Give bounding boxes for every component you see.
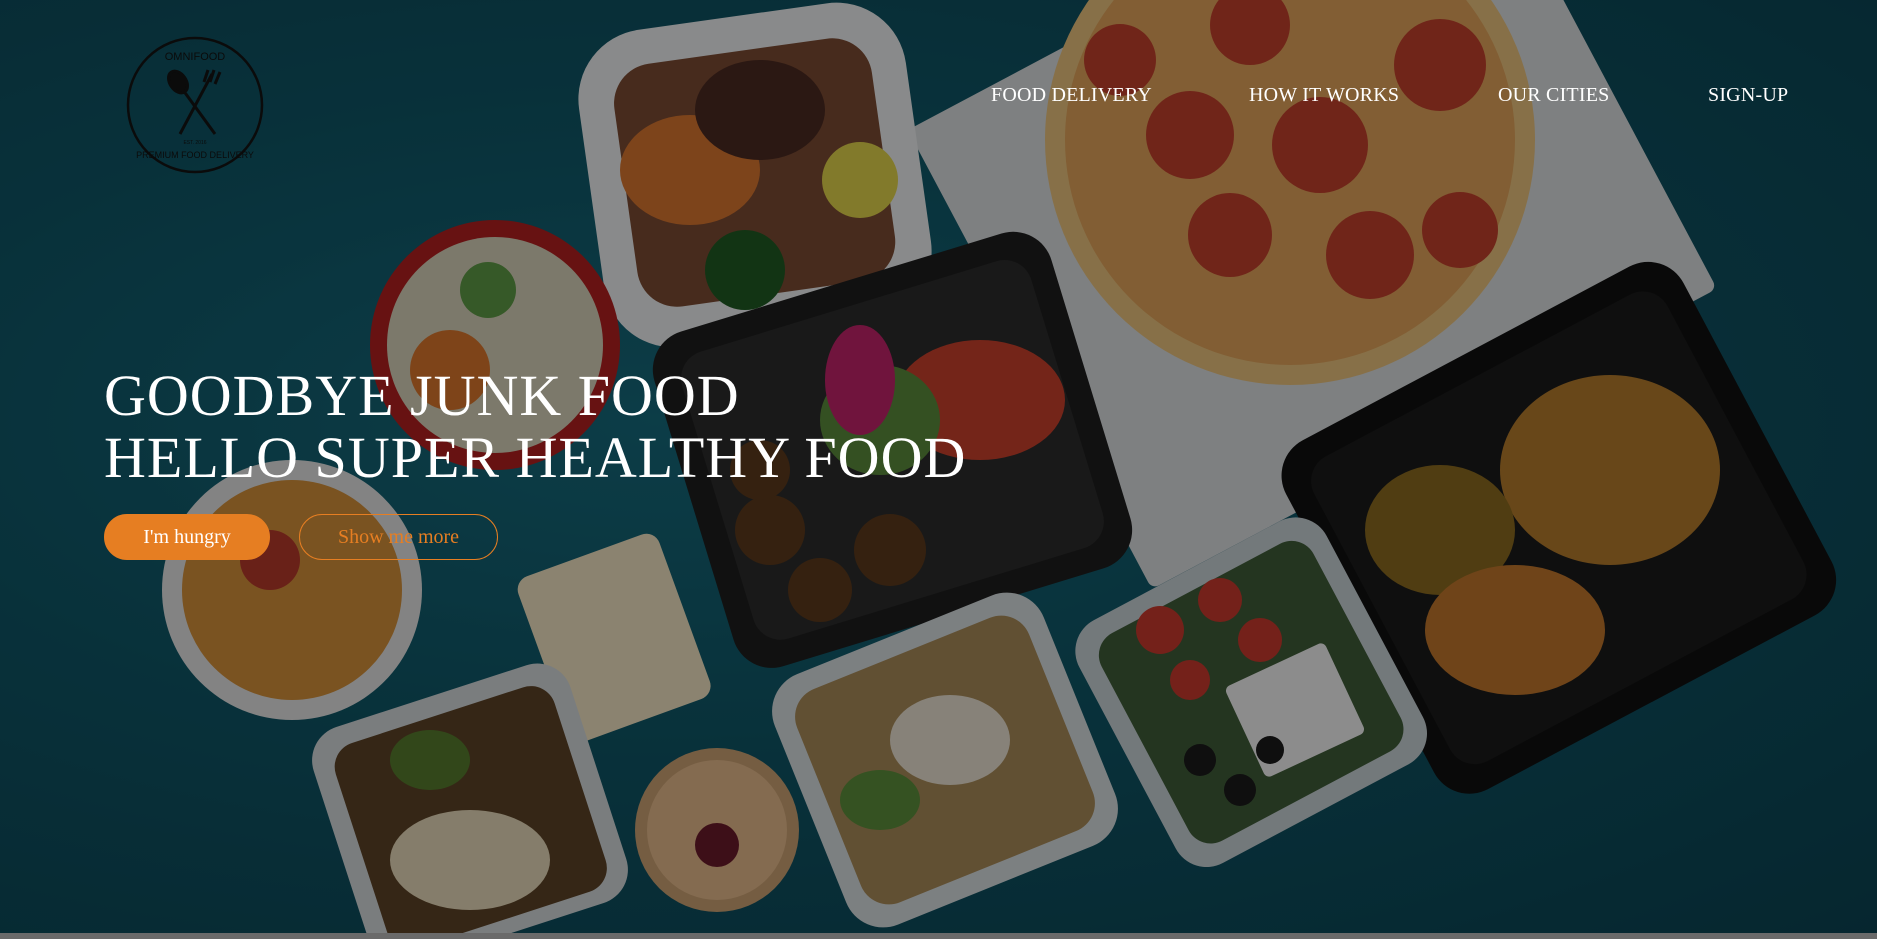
- hero-headline-line-1: GOODBYE JUNK FOOD: [104, 363, 740, 428]
- logo-tagline-text: PREMIUM FOOD DELIVERY: [136, 150, 254, 160]
- hero-headline: GOODBYE JUNK FOOD HELLO SUPER HEALTHY FO…: [104, 365, 966, 489]
- nav-link-how-it-works[interactable]: HOW IT WORKS: [1249, 84, 1399, 107]
- hero-section: OMNIFOOD EST. 2016 PREMIUM FOOD DELIVERY…: [0, 0, 1877, 933]
- nav-link-sign-up[interactable]: SIGN-UP: [1708, 84, 1788, 107]
- im-hungry-button[interactable]: I'm hungry: [104, 514, 270, 560]
- logo-est-text: EST. 2016: [183, 140, 206, 146]
- logo-brand-text: OMNIFOOD: [165, 51, 226, 63]
- nav-link-our-cities[interactable]: OUR CITIES: [1498, 84, 1609, 107]
- page-bottom-strip: [0, 933, 1877, 939]
- show-me-more-button[interactable]: Show me more: [299, 514, 498, 560]
- main-nav: FOOD DELIVERY HOW IT WORKS OUR CITIES SI…: [0, 84, 1877, 114]
- hero-headline-line-2: HELLO SUPER HEALTHY FOOD: [104, 425, 967, 490]
- nav-link-food-delivery[interactable]: FOOD DELIVERY: [991, 84, 1152, 107]
